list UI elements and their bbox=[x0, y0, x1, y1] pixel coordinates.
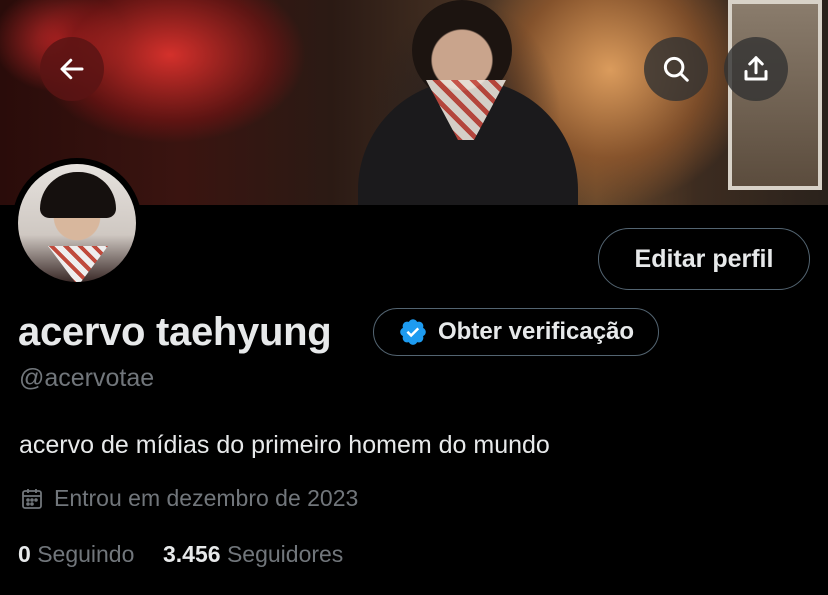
share-button[interactable] bbox=[724, 37, 788, 101]
following-count: 0 bbox=[18, 541, 31, 567]
calendar-icon bbox=[22, 488, 42, 509]
following-label: Seguindo bbox=[37, 541, 135, 567]
search-icon bbox=[663, 56, 689, 82]
profile-bio: acervo de mídias do primeiro homem do mu… bbox=[19, 431, 550, 459]
display-name: acervo taehyung bbox=[18, 310, 332, 354]
search-button[interactable] bbox=[644, 37, 708, 101]
following-link[interactable]: 0 Seguindo bbox=[18, 541, 134, 568]
user-handle: @acervotae bbox=[19, 364, 155, 392]
followers-count: 3.456 bbox=[163, 541, 221, 567]
followers-link[interactable]: 3.456 Seguidores bbox=[163, 541, 343, 568]
avatar-image bbox=[18, 164, 136, 282]
followers-label: Seguidores bbox=[226, 541, 344, 567]
arrow-left-icon bbox=[60, 58, 84, 80]
edit-profile-button[interactable]: Editar perfil bbox=[598, 228, 810, 290]
back-button[interactable] bbox=[40, 37, 104, 101]
get-verified-label: Obter verificação bbox=[438, 318, 635, 345]
avatar[interactable] bbox=[12, 158, 142, 288]
get-verified-button[interactable]: Obter verificação bbox=[373, 308, 660, 356]
joined-date-text: Entrou em dezembro de 2023 bbox=[54, 485, 359, 511]
joined-date: Entrou em dezembro de 2023 bbox=[20, 485, 358, 512]
avatar-hair bbox=[40, 172, 116, 218]
profile-banner[interactable] bbox=[0, 0, 828, 205]
verified-badge-icon bbox=[400, 319, 426, 345]
avatar-scarf bbox=[48, 246, 108, 282]
share-upload-icon bbox=[744, 56, 768, 81]
